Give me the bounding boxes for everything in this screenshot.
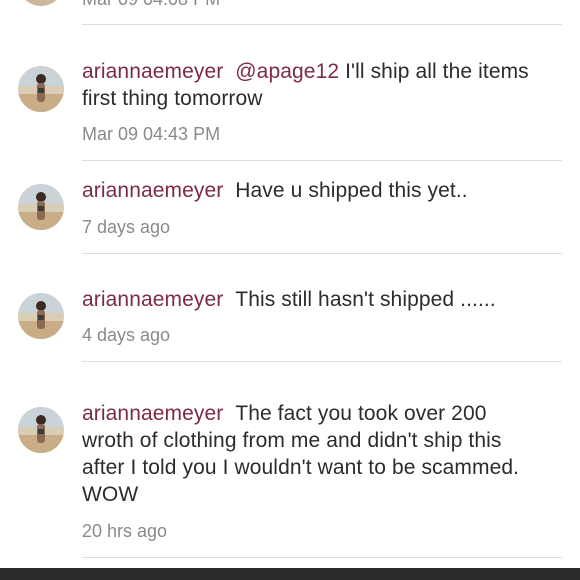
comment-username[interactable]: ariannaemeyer <box>82 60 223 83</box>
comment-username[interactable]: ariannaemeyer <box>82 402 223 425</box>
avatar[interactable] <box>18 184 64 230</box>
avatar[interactable] <box>18 407 64 453</box>
comment-message: This still hasn't shipped ...... <box>235 288 496 311</box>
comment-mention[interactable]: @apage12 <box>235 60 339 83</box>
comment-feed: Mar 09 04:08 PM ariannaemeyer @apage12 I… <box>0 0 580 568</box>
avatar[interactable] <box>18 66 64 112</box>
comment-message: Have u shipped this yet.. <box>235 179 468 202</box>
comment-username[interactable]: ariannaemeyer <box>82 179 223 202</box>
comment-timestamp: 7 days ago <box>82 217 171 237</box>
comment-text: ariannaemeyer Have u shipped this yet.. <box>82 177 552 204</box>
avatar[interactable] <box>18 0 64 6</box>
comment-text: ariannaemeyer This still hasn't shipped … <box>82 286 552 313</box>
comment-divider <box>82 361 562 362</box>
comment-timestamp: Mar 09 04:08 PM <box>82 0 220 10</box>
comment-divider <box>82 557 562 558</box>
comment-timestamp: 20 hrs ago <box>82 521 168 541</box>
avatar[interactable] <box>18 293 64 339</box>
comment-username[interactable]: ariannaemeyer <box>82 288 223 311</box>
comment-divider <box>82 24 562 25</box>
comment-text: ariannaemeyer The fact you took over 200… <box>82 400 537 508</box>
bottom-bar <box>0 568 580 580</box>
comment-timestamp: Mar 09 04:43 PM <box>82 124 221 144</box>
comment-text: ariannaemeyer @apage12 I'll ship all the… <box>82 58 552 112</box>
comment-divider <box>82 253 562 254</box>
comment-divider <box>82 160 562 161</box>
comment-timestamp: 4 days ago <box>82 325 171 345</box>
